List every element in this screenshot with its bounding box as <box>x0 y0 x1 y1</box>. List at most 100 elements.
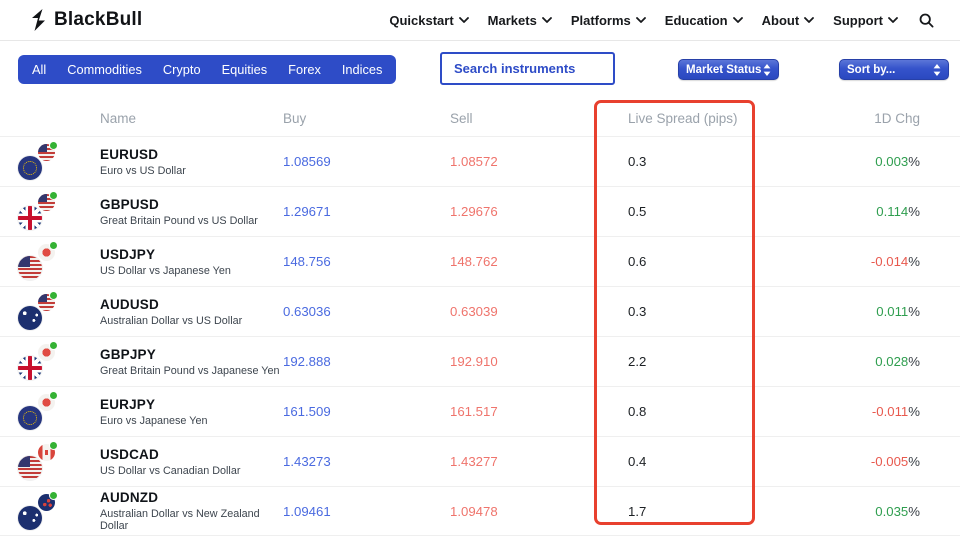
instrument-row[interactable]: USDCAD US Dollar vs Canadian Dollar 1.43… <box>0 436 960 486</box>
buy-price[interactable]: 148.756 <box>283 254 450 269</box>
live-spread-value: 0.8 <box>610 404 760 419</box>
instrument-symbol: GBPJPY <box>100 347 283 362</box>
instrument-row[interactable]: EURUSD Euro vs US Dollar 1.08569 1.08572… <box>0 136 960 186</box>
instrument-name-cell: USDCAD US Dollar vs Canadian Dollar <box>100 447 283 477</box>
market-status-select[interactable]: Market Status <box>678 59 779 80</box>
instrument-description: Great Britain Pound vs US Dollar <box>100 215 283 227</box>
instrument-row[interactable]: AUDNZD Australian Dollar vs New Zealand … <box>0 486 960 536</box>
table-header-row: Name Buy Sell Live Spread (pips) 1D Chg <box>0 100 960 136</box>
nav-item[interactable]: Quickstart <box>389 13 468 28</box>
nav-item-label: About <box>762 13 800 28</box>
sell-price[interactable]: 192.910 <box>450 354 610 369</box>
market-open-dot-icon <box>50 142 57 149</box>
nav-item[interactable]: About <box>762 13 815 28</box>
market-open-dot-icon <box>50 492 57 499</box>
header-name: Name <box>100 111 283 126</box>
chevron-down-icon <box>459 17 469 23</box>
market-open-dot-icon <box>50 292 57 299</box>
instrument-description: Australian Dollar vs US Dollar <box>100 315 283 327</box>
instrument-name-cell: GBPJPY Great Britain Pound vs Japanese Y… <box>100 347 283 377</box>
buy-price[interactable]: 1.08569 <box>283 154 450 169</box>
nav-item-label: Markets <box>488 13 537 28</box>
instrument-row[interactable]: GBPJPY Great Britain Pound vs Japanese Y… <box>0 336 960 386</box>
buy-price[interactable]: 1.29671 <box>283 204 450 219</box>
sell-price[interactable]: 1.43277 <box>450 454 610 469</box>
live-spread-value: 0.6 <box>610 254 760 269</box>
instrument-name-cell: EURJPY Euro vs Japanese Yen <box>100 397 283 427</box>
currency-pair-flags <box>18 293 100 330</box>
buy-price[interactable]: 1.09461 <box>283 504 450 519</box>
nav-item[interactable]: Education <box>665 13 743 28</box>
instrument-row[interactable]: AUDUSD Australian Dollar vs US Dollar 0.… <box>0 286 960 336</box>
chevron-down-icon <box>804 17 814 23</box>
instrument-row[interactable]: EURJPY Euro vs Japanese Yen 161.509 161.… <box>0 386 960 436</box>
sell-price[interactable]: 148.762 <box>450 254 610 269</box>
buy-price[interactable]: 161.509 <box>283 404 450 419</box>
sell-price[interactable]: 0.63039 <box>450 304 610 319</box>
instrument-row[interactable]: USDJPY US Dollar vs Japanese Yen 148.756… <box>0 236 960 286</box>
daily-change-value: 0.028 <box>875 354 908 369</box>
search-instruments-input[interactable] <box>440 52 615 85</box>
buy-price[interactable]: 1.43273 <box>283 454 450 469</box>
instrument-name-cell: USDJPY US Dollar vs Japanese Yen <box>100 247 283 277</box>
currency-pair-flags <box>18 443 100 480</box>
instrument-symbol: USDJPY <box>100 247 283 262</box>
search-icon[interactable] <box>919 13 934 28</box>
instrument-symbol: AUDNZD <box>100 490 283 505</box>
daily-change-value: -0.005 <box>871 454 908 469</box>
daily-change-unit: % <box>908 354 920 369</box>
sell-price[interactable]: 161.517 <box>450 404 610 419</box>
base-currency-flag-icon <box>18 306 42 330</box>
buy-price[interactable]: 0.63036 <box>283 304 450 319</box>
filter-tab-indices[interactable]: Indices <box>342 62 383 77</box>
daily-change-value: -0.011 <box>872 404 908 419</box>
filter-tab-equities[interactable]: Equities <box>222 62 268 77</box>
sell-price[interactable]: 1.29676 <box>450 204 610 219</box>
market-open-dot-icon <box>50 192 57 199</box>
brand-name: BlackBull <box>54 9 142 31</box>
daily-change-value: -0.014 <box>871 254 908 269</box>
currency-pair-flags <box>18 393 100 430</box>
daily-change: -0.005% <box>760 454 920 469</box>
brand-logo[interactable]: BlackBull <box>30 9 142 31</box>
instrument-row[interactable]: GBPUSD Great Britain Pound vs US Dollar … <box>0 186 960 236</box>
nav-item[interactable]: Support <box>833 13 898 28</box>
instruments-table: Name Buy Sell Live Spread (pips) 1D Chg … <box>0 100 960 536</box>
daily-change: 0.114% <box>760 204 920 219</box>
instrument-symbol: EURJPY <box>100 397 283 412</box>
select-arrows-icon <box>763 64 771 76</box>
daily-change: 0.003% <box>760 154 920 169</box>
sell-price[interactable]: 1.09478 <box>450 504 610 519</box>
daily-change-unit: % <box>908 254 920 269</box>
filter-tab-all[interactable]: All <box>32 62 46 77</box>
daily-change-unit: % <box>908 404 920 419</box>
daily-change-unit: % <box>908 304 920 319</box>
sell-price[interactable]: 1.08572 <box>450 154 610 169</box>
blackbull-markets-page: BlackBull Quickstart Markets <box>0 0 960 540</box>
nav-item[interactable]: Markets <box>488 13 552 28</box>
filter-tab-commodities[interactable]: Commodities <box>67 62 142 77</box>
instrument-symbol: USDCAD <box>100 447 283 462</box>
nav-item[interactable]: Platforms <box>571 13 646 28</box>
instrument-name-cell: EURUSD Euro vs US Dollar <box>100 147 283 177</box>
daily-change-unit: % <box>908 204 920 219</box>
buy-price[interactable]: 192.888 <box>283 354 450 369</box>
daily-change-unit: % <box>908 154 920 169</box>
daily-change-value: 0.003 <box>875 154 908 169</box>
instrument-name-cell: AUDNZD Australian Dollar vs New Zealand … <box>100 490 283 532</box>
instrument-name-cell: AUDUSD Australian Dollar vs US Dollar <box>100 297 283 327</box>
filter-tab-crypto[interactable]: Crypto <box>163 62 201 77</box>
live-spread-value: 0.5 <box>610 204 760 219</box>
sort-by-select[interactable]: Sort by... <box>839 59 949 80</box>
instrument-description: Great Britain Pound vs Japanese Yen <box>100 365 283 377</box>
bolt-logo-icon <box>30 9 47 31</box>
header-1d-change: 1D Chg <box>760 111 920 126</box>
instrument-description: US Dollar vs Japanese Yen <box>100 265 283 277</box>
chevron-down-icon <box>636 17 646 23</box>
live-spread-value: 0.4 <box>610 454 760 469</box>
instrument-description: Euro vs US Dollar <box>100 165 283 177</box>
base-currency-flag-icon <box>18 356 42 380</box>
currency-pair-flags <box>18 243 100 280</box>
filter-tab-forex[interactable]: Forex <box>288 62 321 77</box>
nav-item-label: Quickstart <box>389 13 453 28</box>
